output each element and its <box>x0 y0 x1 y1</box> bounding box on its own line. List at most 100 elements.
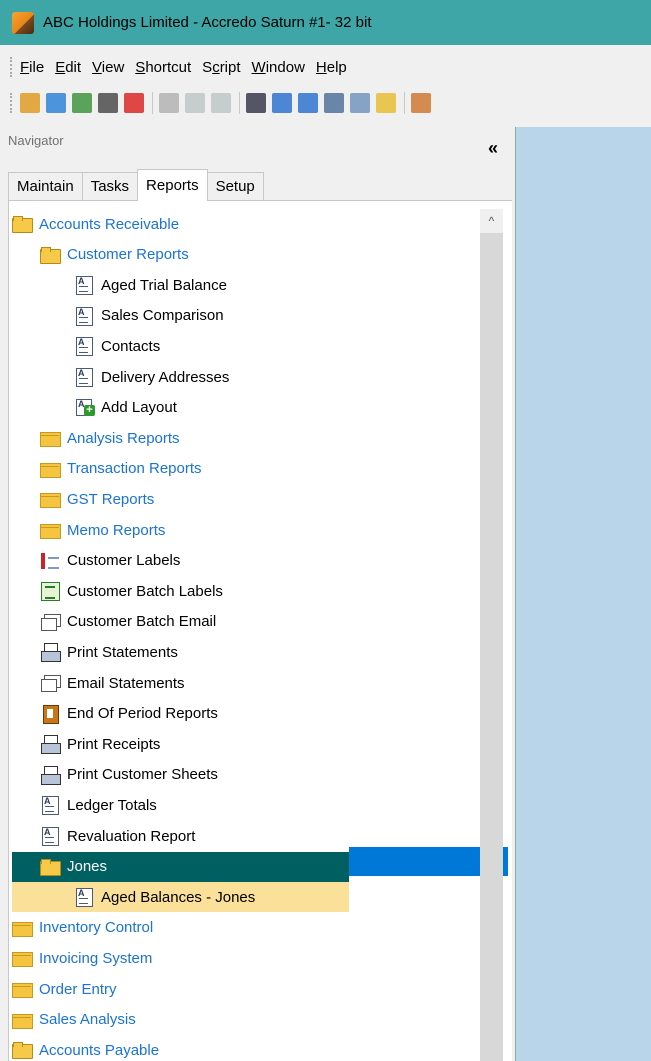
menu-edit[interactable]: Edit <box>55 59 81 76</box>
email-icon <box>40 613 61 631</box>
tree-item-print-receipts[interactable]: Print Receipts <box>40 729 160 759</box>
report-icon <box>74 337 94 357</box>
tree-item-invoicing-system[interactable]: Invoicing System <box>12 943 152 973</box>
tree-item-sales-comparison[interactable]: Sales Comparison <box>74 301 224 331</box>
menu-shortcut[interactable]: Shortcut <box>135 59 191 76</box>
report-icon <box>74 306 94 326</box>
open-folder-icon[interactable] <box>20 93 40 113</box>
tree-item-gst-reports[interactable]: GST Reports <box>40 484 154 514</box>
menu-help[interactable]: Help <box>316 59 347 76</box>
tree-item-transaction-reports[interactable]: Transaction Reports <box>40 454 202 484</box>
tree-item-label: Customer Batch Labels <box>67 582 223 600</box>
calendar-icon[interactable] <box>272 93 292 113</box>
menu-script[interactable]: Script <box>202 59 240 76</box>
tree-item-customer-labels[interactable]: Customer Labels <box>40 546 180 576</box>
tree-item-aged-trial-balance[interactable]: Aged Trial Balance <box>74 270 227 300</box>
tree-item-email-statements[interactable]: Email Statements <box>40 668 185 698</box>
tree-item-delivery-addresses[interactable]: Delivery Addresses <box>74 362 229 392</box>
tree-item-label: Print Receipts <box>67 735 161 753</box>
folder-icon <box>40 429 61 448</box>
tree-item-label: Customer Labels <box>67 552 181 570</box>
paste-icon[interactable] <box>211 93 231 113</box>
close-icon[interactable] <box>124 93 144 113</box>
tab-maintain[interactable]: Maintain <box>8 172 83 200</box>
tree-item-contacts[interactable]: Contacts <box>74 331 160 361</box>
toolbar-separator <box>239 92 240 114</box>
print-preview-icon[interactable] <box>324 93 344 113</box>
tree-item-label: Sales Comparison <box>101 307 224 325</box>
folder-open-icon <box>40 246 61 264</box>
toolbar-grip <box>10 93 14 113</box>
folder-icon <box>12 1011 33 1029</box>
tree-item-memo-reports[interactable]: Memo Reports <box>40 515 165 545</box>
tree-item-accounts-payable[interactable]: Accounts Payable <box>12 1035 159 1061</box>
scroll-up-button[interactable]: ^ <box>480 209 503 233</box>
tree-item-customer-reports[interactable]: Customer Reports <box>40 240 189 270</box>
tree-item-print-customer-sheets[interactable]: Print Customer Sheets <box>40 760 218 790</box>
tree-item-accounts-receivable[interactable]: Accounts Receivable <box>12 209 179 239</box>
tree-item-label: Jones <box>67 858 108 876</box>
title-bar[interactable]: ABC Holdings Limited - Accredo Saturn #1… <box>0 0 651 45</box>
tree-item-label: Order Entry <box>39 980 117 998</box>
navigator-tabs: Maintain Tasks Reports Setup <box>8 169 264 201</box>
home-icon[interactable] <box>46 93 66 113</box>
tree-item-label: Print Statements <box>67 643 178 661</box>
tree-item-revaluation-report[interactable]: Revaluation Report <box>40 821 195 851</box>
toolbar <box>0 88 651 118</box>
properties-icon[interactable] <box>298 93 318 113</box>
end-of-period-icon <box>40 704 60 724</box>
tree-item-jones[interactable]: Jones <box>12 851 349 882</box>
copy-icon[interactable] <box>185 93 205 113</box>
navigator-header: Navigator <box>8 133 64 148</box>
tree-item-label: Aged Balances - Jones <box>101 888 256 906</box>
tree-item-label: Add Layout <box>101 399 177 417</box>
tree-item-ledger-totals[interactable]: Ledger Totals <box>40 790 157 820</box>
printer-icon <box>40 643 61 663</box>
tree-item-label: Memo Reports <box>67 521 166 539</box>
tree-item-end-of-period-reports[interactable]: End Of Period Reports <box>40 699 218 729</box>
app-logo-icon <box>12 11 34 34</box>
cut-icon[interactable] <box>159 93 179 113</box>
tree-item-inventory-control[interactable]: Inventory Control <box>12 913 153 943</box>
menu-bar: File Edit View Shortcut Script Window Help <box>0 52 651 82</box>
report-icon <box>40 796 60 816</box>
tree-item-order-entry[interactable]: Order Entry <box>12 974 117 1004</box>
calculator-icon[interactable] <box>246 93 266 113</box>
tree-item-label: End Of Period Reports <box>67 705 218 723</box>
tree-item-customer-batch-email[interactable]: Customer Batch Email <box>40 607 216 637</box>
folder-icon <box>12 980 33 998</box>
tree-item-customer-batch-labels[interactable]: Customer Batch Labels <box>40 576 223 606</box>
tree-item-label: Revaluation Report <box>67 827 196 845</box>
tree-item-print-statements[interactable]: Print Statements <box>40 637 178 667</box>
menu-file[interactable]: File <box>20 59 44 76</box>
edit-icon[interactable] <box>411 93 431 113</box>
tab-tasks[interactable]: Tasks <box>81 172 139 200</box>
tree-item-label: Print Customer Sheets <box>67 766 218 784</box>
menu-view[interactable]: View <box>92 59 124 76</box>
vertical-scrollbar[interactable] <box>480 209 503 1061</box>
menu-window[interactable]: Window <box>252 59 305 76</box>
tree-item-aged-balances-jones[interactable]: Aged Balances - Jones <box>12 882 349 913</box>
camera-icon[interactable] <box>98 93 118 113</box>
batch-labels-icon <box>40 582 60 602</box>
folder-icon <box>40 460 61 478</box>
tree-item-label: Email Statements <box>67 674 185 692</box>
folder-open-icon <box>40 858 61 876</box>
note-icon[interactable] <box>376 93 396 113</box>
tree-item-label: Inventory Control <box>39 919 154 937</box>
zoom-icon[interactable] <box>350 93 370 113</box>
tree-item-add-layout[interactable]: Add Layout <box>74 393 177 423</box>
add-layout-icon <box>74 398 95 417</box>
folder-icon <box>12 949 33 968</box>
tree-item-label: Customer Batch Email <box>67 613 217 631</box>
tree-item-label: Customer Reports <box>67 246 189 264</box>
report-icon <box>74 368 94 387</box>
tree-item-sales-analysis[interactable]: Sales Analysis <box>12 1005 136 1035</box>
tree-item-label: Sales Analysis <box>39 1011 136 1029</box>
tree-item-analysis-reports[interactable]: Analysis Reports <box>40 423 180 453</box>
window-title: ABC Holdings Limited - Accredo Saturn #1… <box>43 14 372 31</box>
tab-setup[interactable]: Setup <box>206 172 264 200</box>
collapse-navigator-button[interactable]: « <box>488 138 498 159</box>
tab-reports[interactable]: Reports <box>137 169 208 201</box>
refresh-icon[interactable] <box>72 93 92 113</box>
